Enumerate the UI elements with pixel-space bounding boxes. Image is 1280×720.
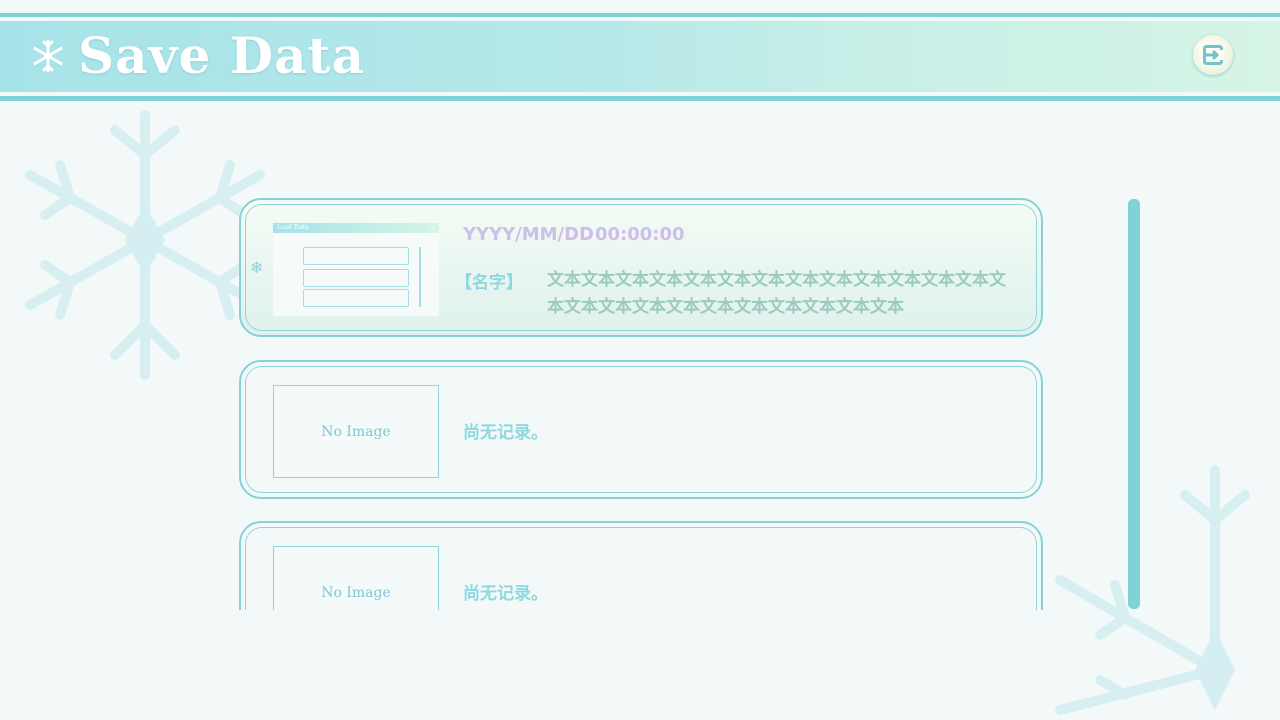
thumbnail-close-icon: × <box>429 224 435 231</box>
slot-thumbnail: Load Data × <box>273 223 439 316</box>
slot-time: 00:00:00 <box>595 224 685 245</box>
slot-name: 【名字】 <box>455 273 523 293</box>
save-slot-list: ❄ Load Data × YYYY/MM/DD 00:00:00 【名字】 文… <box>0 190 1280 610</box>
exit-button[interactable] <box>1193 35 1233 75</box>
save-slot-2[interactable]: No Image 尚无记录。 <box>239 360 1043 499</box>
slot-text: 文本文本文本文本文本文本文本文本文本文本文本文本文本文本文本文本文本文本文本文本… <box>547 270 1006 317</box>
thumbnail-title: Load Data <box>277 224 309 231</box>
scrollbar[interactable] <box>1128 199 1140 609</box>
page-title: Save Data <box>78 26 366 85</box>
slot-date: YYYY/MM/DD <box>463 224 594 245</box>
slot-thumbnail: No Image <box>273 546 439 610</box>
no-image-label: No Image <box>321 584 391 601</box>
header-top-line <box>0 13 1280 17</box>
header-bottom-line <box>0 96 1280 101</box>
snowflake-icon <box>33 39 63 73</box>
exit-icon <box>1203 45 1224 65</box>
save-slot-3[interactable]: No Image 尚无记录。 <box>239 521 1043 610</box>
save-slot-1[interactable]: ❄ Load Data × YYYY/MM/DD 00:00:00 【名字】 文… <box>239 198 1043 337</box>
no-image-label: No Image <box>321 423 391 440</box>
slot-snowflake-icon: ❄ <box>250 258 264 277</box>
empty-slot-label: 尚无记录。 <box>463 584 548 604</box>
empty-slot-label: 尚无记录。 <box>463 423 548 443</box>
slot-thumbnail: No Image <box>273 385 439 478</box>
